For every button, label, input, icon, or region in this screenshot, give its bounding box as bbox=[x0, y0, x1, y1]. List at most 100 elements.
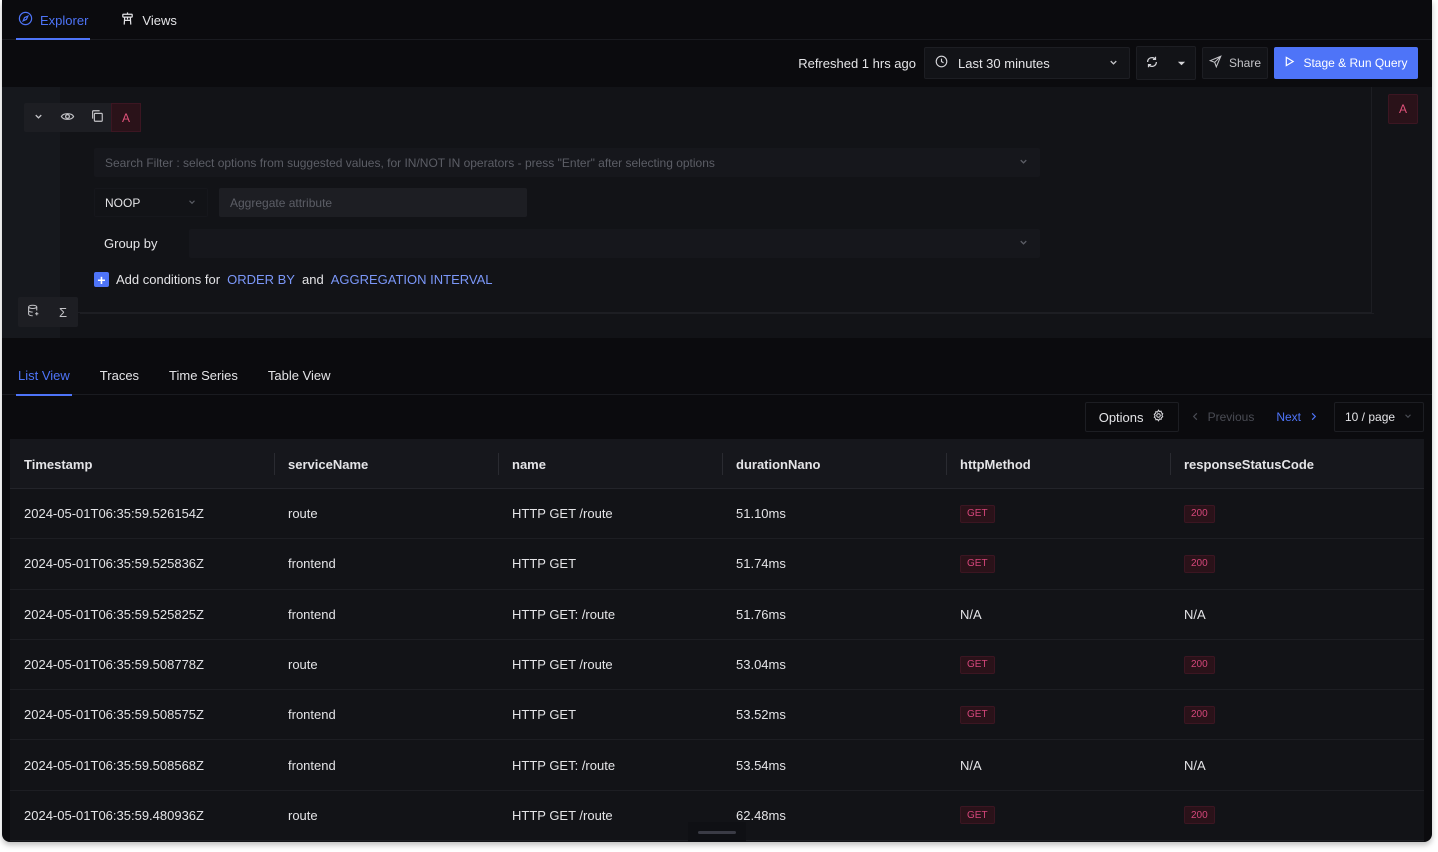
http-method-cell: GET bbox=[946, 690, 1170, 739]
clock-icon bbox=[935, 55, 948, 71]
gear-icon bbox=[1152, 409, 1165, 425]
top-tabs: Explorer Views bbox=[2, 0, 1432, 40]
duplicate-query-button[interactable] bbox=[82, 103, 111, 132]
views-tower-icon bbox=[120, 11, 135, 29]
query-builder: A bbox=[2, 87, 1432, 338]
tab-explorer-label: Explorer bbox=[40, 12, 89, 28]
refresh-interval-dropdown[interactable] bbox=[1167, 47, 1195, 79]
column-header-service-name[interactable]: serviceName bbox=[274, 439, 498, 489]
tab-table-view[interactable]: Table View bbox=[266, 356, 333, 395]
collapse-query-button[interactable] bbox=[24, 103, 53, 132]
http-method-cell-text: N/A bbox=[960, 606, 982, 622]
chevron-right-icon bbox=[1309, 410, 1318, 424]
tab-views[interactable]: Views bbox=[118, 0, 178, 40]
http-method-badge: GET bbox=[960, 806, 995, 825]
column-header-timestamp[interactable]: Timestamp bbox=[10, 439, 274, 489]
timestamp-cell-text: 2024-05-01T06:35:59.525836Z bbox=[24, 556, 204, 572]
column-header-http-method[interactable]: httpMethod bbox=[946, 439, 1170, 489]
table-row[interactable]: 2024-05-01T06:35:59.525836Z frontend HTTP … bbox=[10, 539, 1424, 590]
and-text: and bbox=[301, 272, 324, 287]
query-letter-badge[interactable]: A bbox=[111, 103, 141, 132]
status-code-cell: 200 bbox=[1170, 791, 1424, 840]
scrollbar-thumb[interactable] bbox=[698, 831, 736, 834]
span-name-cell: HTTP GET /route bbox=[498, 489, 722, 538]
column-header-name[interactable]: name bbox=[498, 439, 722, 489]
status-code-cell: 200 bbox=[1170, 690, 1424, 739]
share-button[interactable]: Share bbox=[1202, 47, 1268, 79]
traces-table: Timestamp serviceName name durationNano … bbox=[10, 439, 1424, 842]
table-header: Timestamp serviceName name durationNano … bbox=[10, 439, 1424, 489]
refreshed-status: Refreshed 1 hrs ago bbox=[798, 55, 916, 71]
stage-run-query-button[interactable]: Stage & Run Query bbox=[1274, 47, 1418, 79]
status-code-badge: 200 bbox=[1184, 504, 1215, 523]
http-method-badge: GET bbox=[960, 504, 995, 523]
formula-letter-badge[interactable]: A bbox=[1388, 94, 1418, 124]
duration-cell: 51.10ms bbox=[722, 489, 946, 538]
time-range-select[interactable]: Last 30 minutes bbox=[924, 47, 1130, 79]
span-name-cell: HTTP GET: /route bbox=[498, 740, 722, 789]
span-name-cell-text: HTTP GET /route bbox=[512, 506, 613, 522]
service-name-cell: frontend bbox=[274, 590, 498, 639]
service-name-cell: frontend bbox=[274, 690, 498, 739]
horizontal-scrollbar[interactable] bbox=[688, 822, 746, 842]
add-query-button[interactable] bbox=[18, 297, 48, 327]
options-button[interactable]: Options bbox=[1084, 402, 1179, 432]
timestamp-cell: 2024-05-01T06:35:59.525825Z bbox=[10, 590, 274, 639]
duration-cell-text: 62.48ms bbox=[736, 807, 786, 823]
group-by-select[interactable] bbox=[189, 229, 1040, 258]
service-name-cell-text: frontend bbox=[288, 556, 336, 572]
duration-cell: 62.48ms bbox=[722, 791, 946, 840]
aggregation-interval-link[interactable]: AGGREGATION INTERVAL bbox=[331, 272, 493, 287]
timestamp-cell-text: 2024-05-01T06:35:59.480936Z bbox=[24, 807, 204, 823]
timestamp-cell: 2024-05-01T06:35:59.508568Z bbox=[10, 740, 274, 789]
next-label: Next bbox=[1276, 410, 1301, 424]
tab-explorer[interactable]: Explorer bbox=[16, 0, 91, 40]
tab-list-view[interactable]: List View bbox=[16, 356, 72, 396]
aggregate-attribute-input[interactable]: Aggregate attribute bbox=[219, 188, 527, 217]
duration-cell: 51.74ms bbox=[722, 539, 946, 588]
http-method-badge: GET bbox=[960, 705, 995, 724]
refresh-button[interactable] bbox=[1137, 47, 1167, 79]
add-formula-button[interactable]: Σ bbox=[48, 297, 78, 327]
table-row[interactable]: 2024-05-01T06:35:59.525825Z frontend HTTP … bbox=[10, 590, 1424, 640]
column-header-response-status[interactable]: responseStatusCode bbox=[1170, 439, 1424, 489]
previous-page-button[interactable]: Previous bbox=[1191, 410, 1254, 424]
duration-cell-text: 51.76ms bbox=[736, 606, 786, 622]
column-header-duration[interactable]: durationNano bbox=[722, 439, 946, 489]
aggregate-operator-select[interactable]: NOOP bbox=[94, 188, 208, 217]
service-name-cell-text: frontend bbox=[288, 606, 336, 622]
status-code-cell: 200 bbox=[1170, 489, 1424, 538]
tab-time-series[interactable]: Time Series bbox=[167, 356, 240, 395]
http-method-cell: GET bbox=[946, 791, 1170, 840]
http-method-cell: GET bbox=[946, 489, 1170, 538]
toolbar: Refreshed 1 hrs ago Last 30 minutes Shar… bbox=[798, 46, 1418, 80]
plus-icon[interactable]: + bbox=[94, 272, 109, 287]
http-method-cell: N/A bbox=[946, 740, 1170, 789]
group-by-label: Group by bbox=[104, 236, 158, 251]
http-method-cell-text: N/A bbox=[960, 757, 982, 773]
table-row[interactable]: 2024-05-01T06:35:59.526154Z route HTTP GET… bbox=[10, 489, 1424, 540]
table-row[interactable]: 2024-05-01T06:35:59.508575Z frontend HTTP … bbox=[10, 690, 1424, 741]
search-filter-input[interactable]: Search Filter : select options from sugg… bbox=[94, 148, 1040, 177]
page-size-select[interactable]: 10 / page bbox=[1334, 402, 1424, 432]
chevron-down-icon bbox=[1108, 56, 1119, 71]
service-name-cell: frontend bbox=[274, 740, 498, 789]
service-name-cell-text: frontend bbox=[288, 707, 336, 723]
duration-cell: 53.54ms bbox=[722, 740, 946, 789]
tab-traces[interactable]: Traces bbox=[98, 356, 141, 395]
span-name-cell: HTTP GET bbox=[498, 539, 722, 588]
http-method-badge: GET bbox=[960, 554, 995, 573]
table-row[interactable]: 2024-05-01T06:35:59.508778Z route HTTP GET… bbox=[10, 640, 1424, 691]
service-name-cell-text: route bbox=[288, 657, 318, 673]
next-page-button[interactable]: Next bbox=[1276, 410, 1318, 424]
http-method-cell: N/A bbox=[946, 590, 1170, 639]
service-name-cell-text: route bbox=[288, 807, 318, 823]
duration-cell-text: 51.10ms bbox=[736, 506, 786, 522]
timestamp-cell-text: 2024-05-01T06:35:59.508778Z bbox=[24, 657, 204, 673]
toggle-visibility-button[interactable] bbox=[53, 103, 82, 132]
order-by-link[interactable]: ORDER BY bbox=[227, 272, 295, 287]
table-row[interactable]: 2024-05-01T06:35:59.508568Z frontend HTTP … bbox=[10, 740, 1424, 791]
status-code-cell: 200 bbox=[1170, 539, 1424, 588]
view-tabs: List View Traces Time Series Table View bbox=[2, 356, 1432, 396]
chevron-down-icon bbox=[1018, 236, 1029, 251]
